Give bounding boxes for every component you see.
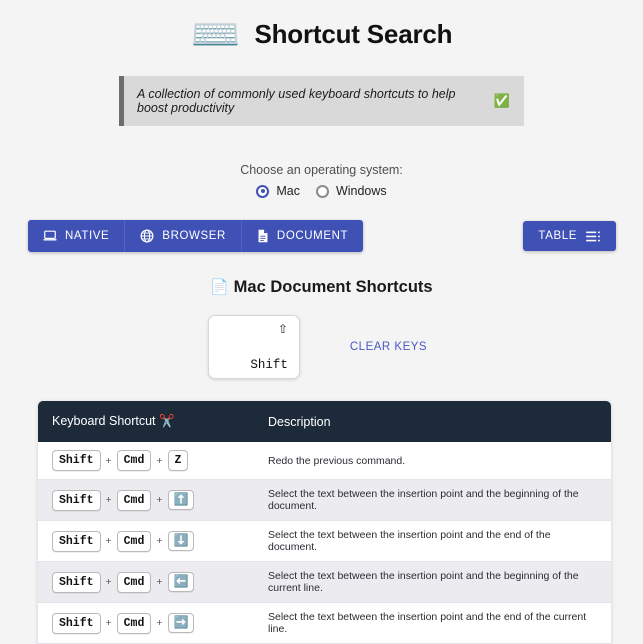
table-row: Shift + Cmd + ➡️ Select the text between the … — [38, 602, 611, 644]
key-chip[interactable]: Cmd — [116, 489, 152, 511]
column-header-shortcut-label: Keyboard Shortcut — [52, 414, 156, 428]
plus-separator: + — [105, 454, 112, 467]
plus-separator: + — [156, 617, 163, 630]
table-header-row: Keyboard Shortcut ✂️ Description — [38, 401, 611, 442]
radio-windows-label: Windows — [335, 184, 387, 198]
selected-keys-area: ⇧ Shift CLEAR KEYS — [0, 315, 643, 379]
plus-separator: + — [105, 617, 112, 630]
table-row: Shift + Cmd + ⬇️ Select the text between the … — [38, 520, 611, 563]
radio-mac-indicator[interactable] — [256, 184, 270, 198]
page-title: Shortcut Search — [254, 18, 453, 49]
table-view-button[interactable]: TABLE — [523, 221, 616, 251]
plus-separator: + — [156, 535, 163, 548]
plus-separator: + — [105, 494, 112, 507]
category-button-group: NATIVE BROWSER DOCUMENT — [28, 220, 364, 252]
shortcut-cell: Shift + Cmd + ⬇️ — [38, 520, 254, 563]
browser-button[interactable]: BROWSER — [124, 220, 241, 252]
key-chip[interactable]: Shift — [52, 612, 101, 634]
document-icon — [257, 229, 269, 243]
radio-option-windows[interactable]: Windows — [315, 184, 387, 198]
key-combo: Shift + Cmd + Z — [52, 450, 244, 472]
shortcuts-table-head: Keyboard Shortcut ✂️ Description — [38, 401, 611, 442]
shortcuts-table-container: Keyboard Shortcut ✂️ Description Shift + C… — [38, 401, 611, 644]
radio-option-mac[interactable]: Mac — [256, 184, 300, 198]
shift-symbol: ⇧ — [277, 322, 288, 336]
native-button-label: NATIVE — [65, 230, 110, 242]
key-chip[interactable]: ⬇️ — [167, 531, 195, 552]
key-chip[interactable]: Shift — [52, 450, 101, 472]
section-title: 📄 Mac Document Shortcuts — [0, 278, 643, 297]
key-combo: Shift + Cmd + ➡️ — [52, 612, 244, 634]
table-row: Shift + Cmd + ⬅️ Select the text between the … — [38, 561, 611, 604]
shortcut-cell: Shift + Cmd + Z — [38, 442, 254, 481]
description-banner: A collection of commonly used keyboard s… — [119, 76, 524, 126]
key-chip[interactable]: ⬅️ — [167, 572, 195, 593]
table-list-icon — [586, 231, 601, 242]
key-chip[interactable]: Shift — [52, 530, 101, 552]
key-chip[interactable]: Cmd — [116, 571, 152, 593]
key-combo: Shift + Cmd + ⬅️ — [52, 571, 244, 593]
laptop-icon — [43, 230, 57, 242]
column-header-description: Description — [254, 401, 611, 442]
key-chip[interactable]: Shift — [52, 489, 101, 511]
os-radio-group: Mac Windows — [0, 184, 643, 198]
key-combo: Shift + Cmd + ⬇️ — [52, 530, 244, 552]
radio-windows-indicator[interactable] — [315, 184, 329, 198]
description-cell: Select the text between the insertion po… — [254, 520, 611, 563]
key-combo: Shift + Cmd + ⬆️ — [52, 489, 244, 511]
os-chooser: Choose an operating system: Mac Windows — [0, 163, 643, 198]
scissors-icon: ✂️ — [159, 414, 175, 428]
key-chip[interactable]: Shift — [52, 571, 101, 593]
key-chip[interactable]: ➡️ — [167, 613, 195, 634]
table-row: Shift + Cmd + ⬆️ Select the text between the … — [38, 479, 611, 522]
page-document-icon: 📄 — [210, 279, 230, 296]
shortcuts-table-body: Shift + Cmd + Z Redo the previous command. Shi… — [38, 442, 611, 644]
shortcuts-table: Keyboard Shortcut ✂️ Description Shift + C… — [38, 401, 611, 644]
key-chip[interactable]: ⬆️ — [167, 490, 195, 511]
toolbar: NATIVE BROWSER DOCUMENT TABLE — [0, 220, 643, 252]
plus-separator: + — [156, 494, 163, 507]
plus-separator: + — [156, 576, 163, 589]
plus-separator: + — [156, 454, 163, 467]
column-header-shortcut: Keyboard Shortcut ✂️ — [38, 401, 254, 442]
document-button[interactable]: DOCUMENT — [240, 220, 363, 252]
document-button-label: DOCUMENT — [276, 230, 349, 242]
key-chip[interactable]: Z — [167, 450, 189, 472]
keyboard-icon: ⌨️ — [190, 13, 241, 57]
banner-text: A collection of commonly used keyboard s… — [137, 87, 456, 115]
plus-separator: + — [105, 535, 112, 548]
native-button[interactable]: NATIVE — [28, 220, 124, 252]
table-row: Shift + Cmd + Z Redo the previous command. — [38, 442, 611, 481]
table-view-button-label: TABLE — [538, 230, 577, 242]
description-cell: Select the text between the insertion po… — [254, 479, 611, 522]
key-chip[interactable]: Cmd — [116, 450, 152, 472]
section-title-text: Mac Document Shortcuts — [233, 278, 433, 296]
description-cell: Select the text between the insertion po… — [254, 602, 611, 644]
browser-button-label: BROWSER — [162, 230, 226, 242]
plus-separator: + — [105, 576, 112, 589]
page-header: ⌨️ Shortcut Search — [0, 0, 643, 62]
check-mark-icon: ✅ — [493, 93, 510, 108]
shortcut-cell: Shift + Cmd + ⬅️ — [38, 561, 254, 604]
radio-mac-label: Mac — [276, 184, 300, 198]
description-cell: Redo the previous command. — [254, 442, 611, 481]
clear-keys-button[interactable]: CLEAR KEYS — [342, 335, 435, 359]
shift-label: Shift — [250, 357, 288, 372]
key-chip[interactable]: Cmd — [116, 530, 152, 552]
selected-key-card-shift[interactable]: ⇧ Shift — [207, 315, 300, 379]
shortcut-cell: Shift + Cmd + ➡️ — [38, 602, 254, 644]
globe-icon — [140, 229, 154, 243]
description-cell: Select the text between the insertion po… — [254, 561, 611, 604]
banner-container: A collection of commonly used keyboard s… — [0, 76, 643, 126]
key-chip[interactable]: Cmd — [116, 612, 152, 634]
shortcut-cell: Shift + Cmd + ⬆️ — [38, 479, 254, 522]
os-chooser-label: Choose an operating system: — [240, 163, 403, 177]
